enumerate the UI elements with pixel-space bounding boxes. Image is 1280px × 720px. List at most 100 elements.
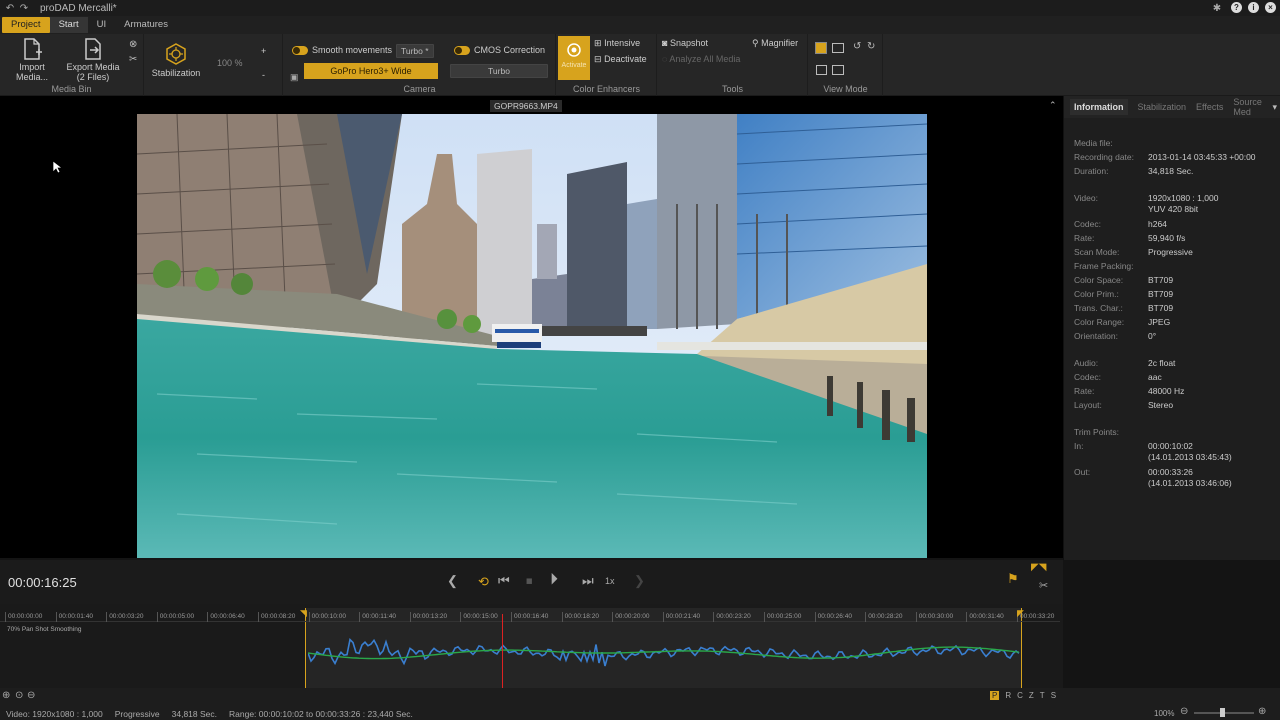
import-media-button[interactable]: Import Media...: [4, 38, 60, 82]
info-value: (14.01.2013 03:45:43): [1148, 452, 1232, 462]
view-compare-icon[interactable]: [816, 65, 827, 75]
remove-icon[interactable]: ⊗: [129, 39, 137, 50]
marker-icon[interactable]: ⚑: [1007, 571, 1019, 587]
snapshot-button[interactable]: ◙ Snapshot: [662, 38, 708, 48]
view-single-icon[interactable]: [815, 42, 827, 54]
chevron-down-icon[interactable]: ▾: [1272, 102, 1277, 113]
deactivate-button[interactable]: ⊟ Deactivate: [594, 54, 647, 65]
tab-information[interactable]: Information: [1070, 99, 1128, 115]
intensive-button[interactable]: ⊞ Intensive: [594, 38, 640, 49]
zoom-reset-icon[interactable]: ⊙: [15, 690, 23, 701]
ruler-tick: 00:00:11:40: [359, 612, 396, 622]
tab-armatures[interactable]: Armatures: [115, 17, 177, 33]
info-key: In:: [1074, 441, 1084, 451]
tools-group: ◙ Snapshot ⚲ Magnifier ◌ Analyze All Med…: [658, 34, 808, 96]
play-icon[interactable]: ⏵: [550, 571, 558, 589]
mode-button[interactable]: R: [1005, 691, 1011, 700]
tab-start[interactable]: Start: [49, 17, 88, 33]
close-icon[interactable]: ×: [1265, 2, 1276, 13]
skip-start-icon[interactable]: ⏮: [498, 573, 510, 589]
zoom-minus-button[interactable]: -: [262, 70, 265, 80]
mode-button[interactable]: S: [1051, 691, 1056, 700]
snapshot-label: Snapshot: [669, 38, 708, 48]
info-key: Recording date:: [1074, 152, 1135, 162]
trim-in-marker-icon[interactable]: ◥: [300, 608, 307, 619]
help-icon[interactable]: ?: [1231, 2, 1242, 13]
smooth-mode-dropdown[interactable]: Turbo *: [396, 44, 434, 58]
ribbon: Import Media... Export Media (2 Files) ⊗…: [0, 34, 1280, 96]
ruler-tick: 00:00:26:40: [814, 612, 852, 622]
cmos-mode-dropdown[interactable]: Turbo: [450, 64, 548, 78]
view-mode-label: View Mode: [823, 84, 868, 94]
camera-icon: ▣: [290, 72, 299, 82]
plus-icon: ⊞: [594, 38, 602, 48]
ruler-tick: 00:00:30:00: [915, 612, 953, 622]
cmos-correction-toggle[interactable]: CMOS Correction: [454, 45, 545, 55]
import-media-label: Import Media...: [15, 62, 48, 82]
mode-button[interactable]: C: [1017, 691, 1023, 700]
cut-icon[interactable]: ✂: [129, 54, 137, 65]
settings-icon[interactable]: ✱: [1211, 2, 1223, 14]
activate-button[interactable]: Activate: [558, 36, 590, 80]
zoom-out-small-icon[interactable]: ⊖: [1180, 706, 1188, 717]
info-key: Media file:: [1074, 138, 1113, 148]
ruler-tick: 00:00:06:40: [207, 612, 245, 622]
view-split-icon[interactable]: [832, 43, 844, 53]
info-icon[interactable]: i: [1248, 2, 1259, 13]
view-fullscreen-icon[interactable]: [832, 65, 844, 75]
mode-button[interactable]: P: [990, 691, 1000, 700]
collapse-icon[interactable]: ⌃: [1049, 100, 1057, 111]
info-key: Color Prim.:: [1074, 289, 1119, 299]
playback-speed[interactable]: 1x: [605, 576, 615, 586]
analyze-all-button[interactable]: ◌ Analyze All Media: [662, 54, 740, 64]
loop-icon[interactable]: ⟲: [478, 574, 489, 590]
deactivate-label: Deactivate: [604, 54, 647, 64]
info-key: Trim Points:: [1074, 427, 1120, 437]
zoom-in-icon[interactable]: ⊕: [2, 690, 10, 701]
info-value: 34,818 Sec.: [1148, 166, 1194, 176]
tab-effects[interactable]: Effects: [1196, 102, 1223, 112]
info-value: 59,940 f/s: [1148, 233, 1186, 243]
trim-markers-icon[interactable]: ◤◥: [1031, 562, 1046, 573]
motion-waveform: [308, 637, 1020, 667]
cmos-toggle-switch[interactable]: [454, 45, 470, 55]
tab-ui[interactable]: UI: [88, 17, 116, 33]
skip-end-icon[interactable]: ⏭: [582, 573, 594, 589]
tools-label: Tools: [721, 84, 743, 94]
info-value: BT709: [1148, 303, 1174, 313]
smooth-toggle-switch[interactable]: [292, 45, 308, 55]
zoom-slider-handle[interactable]: [1220, 708, 1225, 717]
rotate-right-icon[interactable]: ↻: [867, 41, 875, 52]
rotate-left-icon[interactable]: ↺: [853, 41, 861, 52]
time-ruler[interactable]: 00:00:00:00 00:00:01:40 00:00:03:20 00:00:0…: [0, 608, 1060, 622]
prev-icon[interactable]: ❮: [447, 573, 458, 589]
stabilization-button[interactable]: Stabilization: [149, 42, 203, 78]
trim-out-marker-icon[interactable]: ◤: [1017, 608, 1024, 619]
tab-stabilization[interactable]: Stabilization: [1138, 102, 1187, 112]
zoom-out-icon[interactable]: ⊖: [27, 690, 35, 701]
magnifier-label: Magnifier: [761, 38, 799, 48]
tab-project[interactable]: Project: [2, 17, 50, 33]
stop-icon[interactable]: ⏹: [526, 573, 533, 589]
cut-icon[interactable]: ✂: [1039, 579, 1048, 592]
mode-button[interactable]: Z: [1029, 691, 1034, 700]
ruler-tick: 00:00:28:20: [865, 612, 903, 622]
export-media-button[interactable]: Export Media (2 Files): [64, 38, 122, 82]
status-video: Video: 1920x1080 : 1,000: [6, 709, 103, 719]
stabilization-group: Stabilization 100 % + -: [145, 34, 283, 96]
redo-icon[interactable]: ↷: [18, 2, 30, 14]
media-bin-label: Media Bin: [51, 84, 92, 94]
magnifier-button[interactable]: ⚲ Magnifier: [752, 38, 798, 49]
info-key: Scan Mode:: [1074, 247, 1120, 257]
camera-profile-button[interactable]: GoPro Hero3+ Wide: [304, 63, 438, 79]
zoom-in-small-icon[interactable]: ⊕: [1258, 706, 1266, 717]
info-value: Stereo: [1148, 400, 1174, 410]
playhead[interactable]: [502, 614, 503, 688]
ruler-tick: 00:00:20:00: [612, 612, 650, 622]
smooth-movements-toggle[interactable]: Smooth movements: [292, 45, 392, 55]
undo-icon[interactable]: ↶: [4, 2, 16, 14]
zoom-plus-button[interactable]: +: [261, 46, 266, 56]
next-icon[interactable]: ❯: [634, 573, 645, 589]
video-frame: [137, 114, 927, 558]
mode-button[interactable]: T: [1040, 691, 1045, 700]
